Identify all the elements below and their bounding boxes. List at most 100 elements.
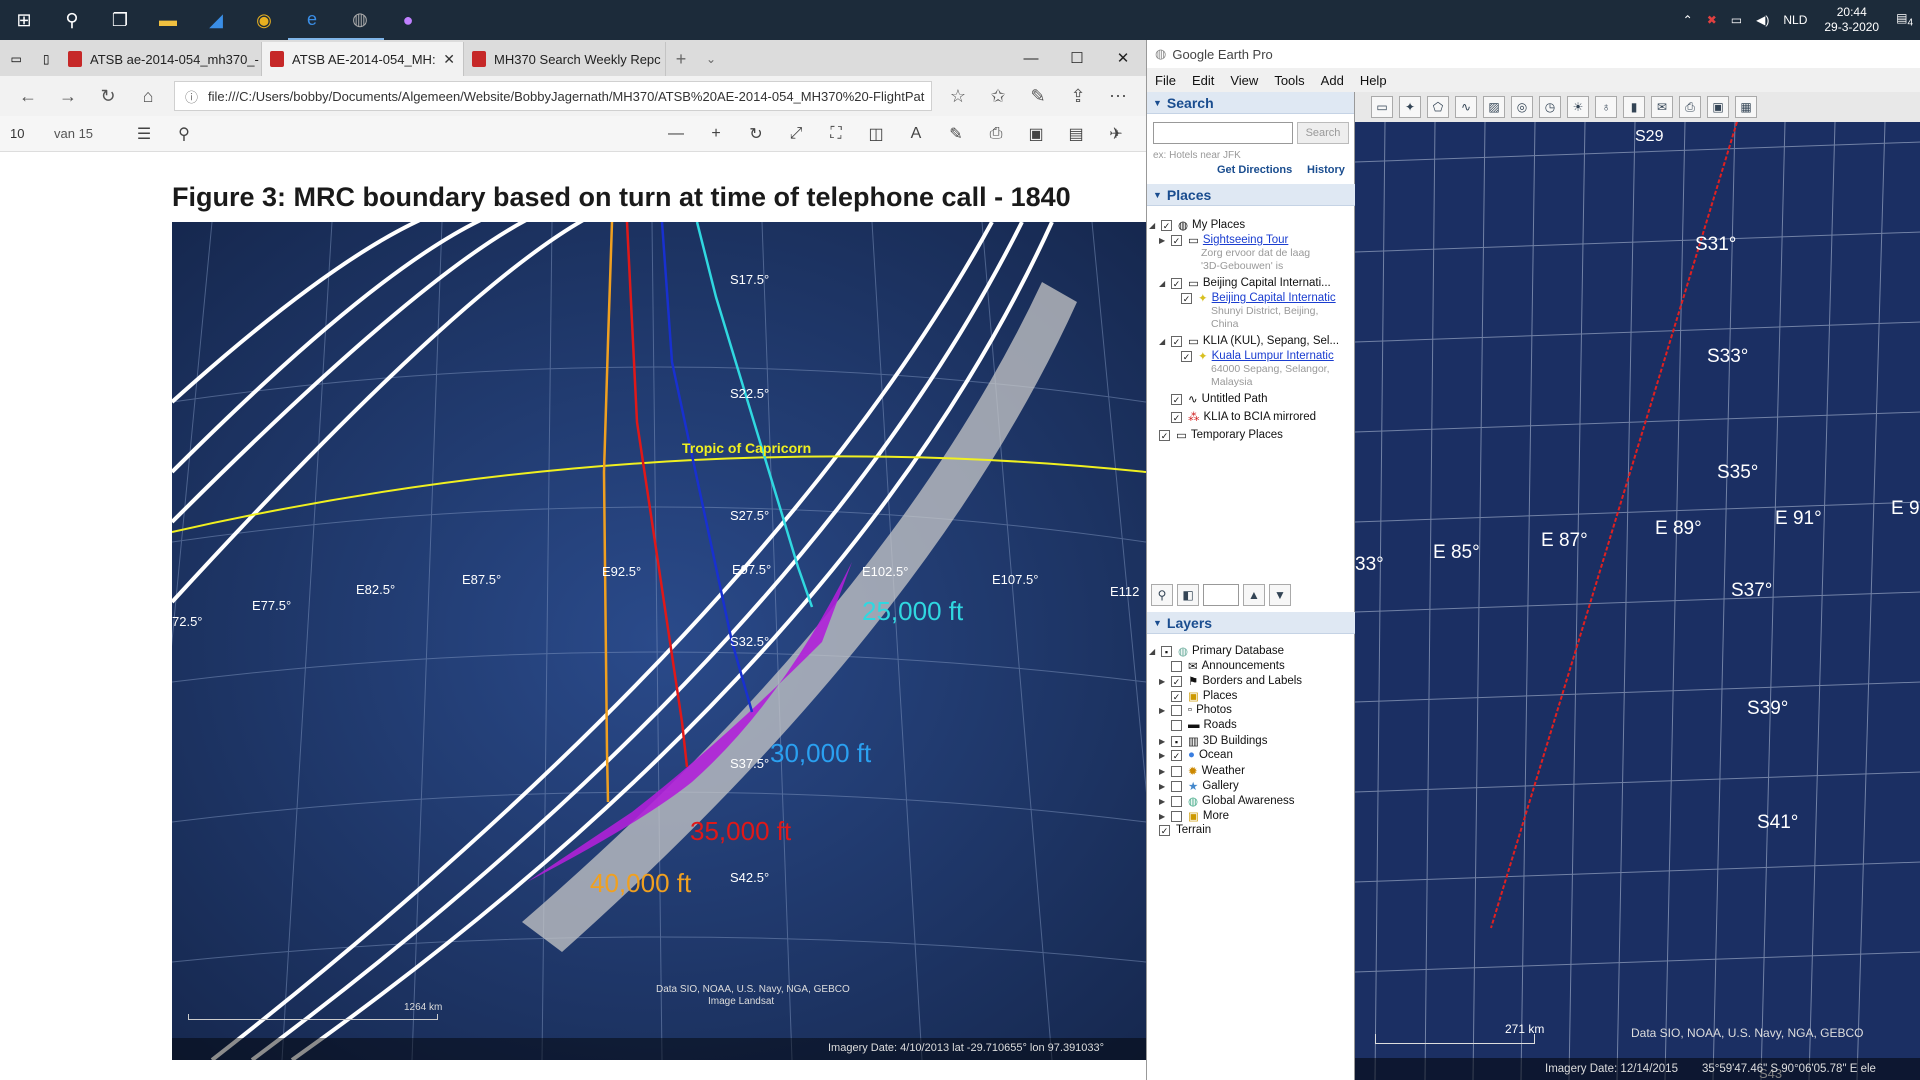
tabs-aside-icon[interactable]: ▭ — [11, 52, 22, 66]
ge-map-view[interactable]: S29 S31° S33° S35° S37° S39° S41° S43 33… — [1355, 122, 1920, 1080]
checkbox[interactable]: ✓ — [1181, 292, 1192, 304]
menu-add[interactable]: Add — [1313, 73, 1352, 88]
view-in-maps-icon[interactable]: ▦ — [1735, 96, 1757, 118]
menu-file[interactable]: File — [1147, 73, 1184, 88]
checkbox[interactable] — [1171, 765, 1182, 777]
language-indicator[interactable]: NLD — [1783, 13, 1807, 27]
fit-page-icon[interactable]: ⤢ — [776, 125, 816, 143]
checkbox[interactable]: ▪ — [1161, 645, 1172, 657]
historical-imagery-icon[interactable]: ◷ — [1539, 96, 1561, 118]
checkbox[interactable] — [1171, 780, 1182, 792]
contents-icon[interactable]: ☰ — [124, 124, 164, 144]
menu-help[interactable]: Help — [1352, 73, 1395, 88]
page-number-input[interactable]: 10 — [10, 126, 40, 141]
email-icon[interactable]: ✉ — [1651, 96, 1673, 118]
page-view-icon[interactable]: ◫ — [856, 124, 896, 144]
favorites-icon[interactable]: ✩ — [978, 86, 1018, 107]
record-tour-icon[interactable]: ◎ — [1511, 96, 1533, 118]
places-panel-header[interactable]: ▼ Places — [1147, 184, 1355, 206]
find-icon[interactable]: ⚲ — [164, 124, 204, 144]
checkbox[interactable] — [1171, 810, 1182, 822]
search-panel-header[interactable]: ▼ Search — [1147, 92, 1354, 114]
zoom-in-icon[interactable]: + — [696, 125, 736, 143]
checkbox[interactable]: ✓ — [1171, 690, 1182, 702]
tree-mirrored[interactable]: ✓ ⁂ KLIA to BCIA mirrored — [1171, 410, 1316, 424]
tree-untitled-path[interactable]: ✓ ∿ Untitled Path — [1171, 392, 1268, 406]
search-input[interactable] — [1153, 122, 1293, 144]
tab-mh370-weekly[interactable]: MH370 Search Weekly Repc — [464, 42, 666, 76]
read-aloud-icon[interactable]: A — [896, 125, 936, 143]
panel-icon[interactable]: ◧ — [1177, 584, 1199, 606]
checkbox[interactable]: ✓ — [1171, 749, 1182, 761]
network-icon[interactable]: ▭ — [1731, 13, 1742, 27]
clock[interactable]: 20:44 29-3-2020 — [1824, 5, 1879, 35]
forward-icon[interactable]: → — [48, 86, 88, 107]
checkbox[interactable] — [1171, 704, 1182, 716]
checkbox[interactable]: ✓ — [1161, 219, 1172, 231]
task-view-icon[interactable]: ❐ — [96, 0, 144, 40]
chrome-icon[interactable]: ◉ — [240, 0, 288, 40]
fullscreen-icon[interactable]: ⛶ — [816, 125, 856, 143]
address-input[interactable]: ⓘ file:///C:/Users/bobby/Documents/Algeme… — [174, 81, 932, 111]
more-icon[interactable]: ⋯ — [1098, 86, 1138, 107]
polygon-icon[interactable]: ⬠ — [1427, 96, 1449, 118]
draw-icon[interactable]: ✎ — [936, 124, 976, 144]
maximize-button[interactable]: ☐ — [1054, 40, 1100, 76]
layer-row[interactable]: ▬ Roads — [1171, 719, 1237, 731]
zoom-out-icon[interactable]: — — [656, 125, 696, 143]
layer-row[interactable]: ▶ ◍ Global Awareness — [1159, 794, 1295, 808]
google-earth-icon[interactable]: ◍ — [336, 0, 384, 40]
close-button[interactable]: ✕ — [1100, 40, 1146, 76]
tree-temporary[interactable]: ✓ ▭ Temporary Places — [1159, 428, 1283, 442]
layer-row[interactable]: ▶ ✓ ● Ocean — [1159, 749, 1233, 761]
rotate-icon[interactable]: ↻ — [736, 124, 776, 144]
tree-link[interactable]: Beijing Capital Internatic — [1212, 292, 1336, 304]
sidebar-toggle-icon[interactable]: ▭ — [1371, 96, 1393, 118]
refresh-icon[interactable]: ↻ — [88, 86, 128, 107]
placemark-icon[interactable]: ✦ — [1399, 96, 1421, 118]
layer-row[interactable]: ▶ ✹ Weather — [1159, 764, 1245, 778]
checkbox[interactable]: ✓ — [1171, 393, 1182, 405]
move-down-icon[interactable]: ▼ — [1269, 584, 1291, 606]
checkbox[interactable]: ✓ — [1181, 350, 1192, 362]
get-directions-link[interactable]: Get Directions — [1217, 164, 1292, 176]
checkbox[interactable]: ✓ — [1171, 411, 1182, 423]
pin-icon[interactable]: ✈ — [1096, 124, 1136, 144]
back-icon[interactable]: ← — [8, 86, 48, 107]
print-icon[interactable]: ⎙ — [1679, 96, 1701, 118]
checkbox[interactable]: ▪ — [1171, 735, 1182, 747]
volume-icon[interactable]: ◀) — [1756, 13, 1769, 27]
search-button[interactable]: Search — [1297, 122, 1349, 144]
move-up-icon[interactable]: ▲ — [1243, 584, 1265, 606]
pen-icon[interactable]: ✎ — [1018, 86, 1058, 107]
favorite-star-icon[interactable]: ☆ — [938, 86, 978, 107]
minimize-button[interactable]: — — [1008, 40, 1054, 76]
tree-klia-link[interactable]: ✓ ✦ Kuala Lumpur Internatic — [1181, 349, 1334, 363]
checkbox[interactable]: ✓ — [1159, 824, 1170, 836]
overlay-icon[interactable]: ▨ — [1483, 96, 1505, 118]
search-icon[interactable]: ⚲ — [48, 0, 96, 40]
history-link[interactable]: History — [1307, 164, 1345, 176]
edge-icon[interactable]: e — [288, 0, 336, 40]
tab-atsb-1[interactable]: ATSB ae-2014-054_mh370_- — [60, 42, 262, 76]
layer-row[interactable]: ▶ ★ Gallery — [1159, 779, 1239, 793]
layer-row[interactable]: ▶ ▫ Photos — [1159, 704, 1232, 716]
checkbox[interactable] — [1171, 795, 1182, 807]
menu-tools[interactable]: Tools — [1266, 73, 1312, 88]
tree-my-places[interactable]: ◢ ✓ ◍ My Places — [1149, 218, 1245, 232]
checkbox[interactable]: ✓ — [1171, 234, 1182, 246]
chevron-down-icon[interactable]: ⌄ — [696, 42, 726, 76]
start-button[interactable]: ⊞ — [0, 0, 48, 40]
tree-link[interactable]: Sightseeing Tour — [1203, 234, 1288, 246]
layers-panel-header[interactable]: ▼ Layers — [1147, 612, 1355, 634]
tree-sightseeing[interactable]: ▶ ✓ ▭ Sightseeing Tour — [1159, 233, 1288, 247]
checkbox[interactable]: ✓ — [1159, 429, 1170, 441]
path-icon[interactable]: ∿ — [1455, 96, 1477, 118]
ruler-icon[interactable]: ▮ — [1623, 96, 1645, 118]
share-icon[interactable]: ⇪ — [1058, 86, 1098, 107]
planets-icon[interactable]: ♁ — [1595, 96, 1617, 118]
home-icon[interactable]: ⌂ — [128, 86, 168, 107]
menu-edit[interactable]: Edit — [1184, 73, 1222, 88]
tree-link[interactable]: Kuala Lumpur Internatic — [1212, 350, 1334, 362]
layer-row[interactable]: ▶ ▣ More — [1159, 809, 1229, 823]
